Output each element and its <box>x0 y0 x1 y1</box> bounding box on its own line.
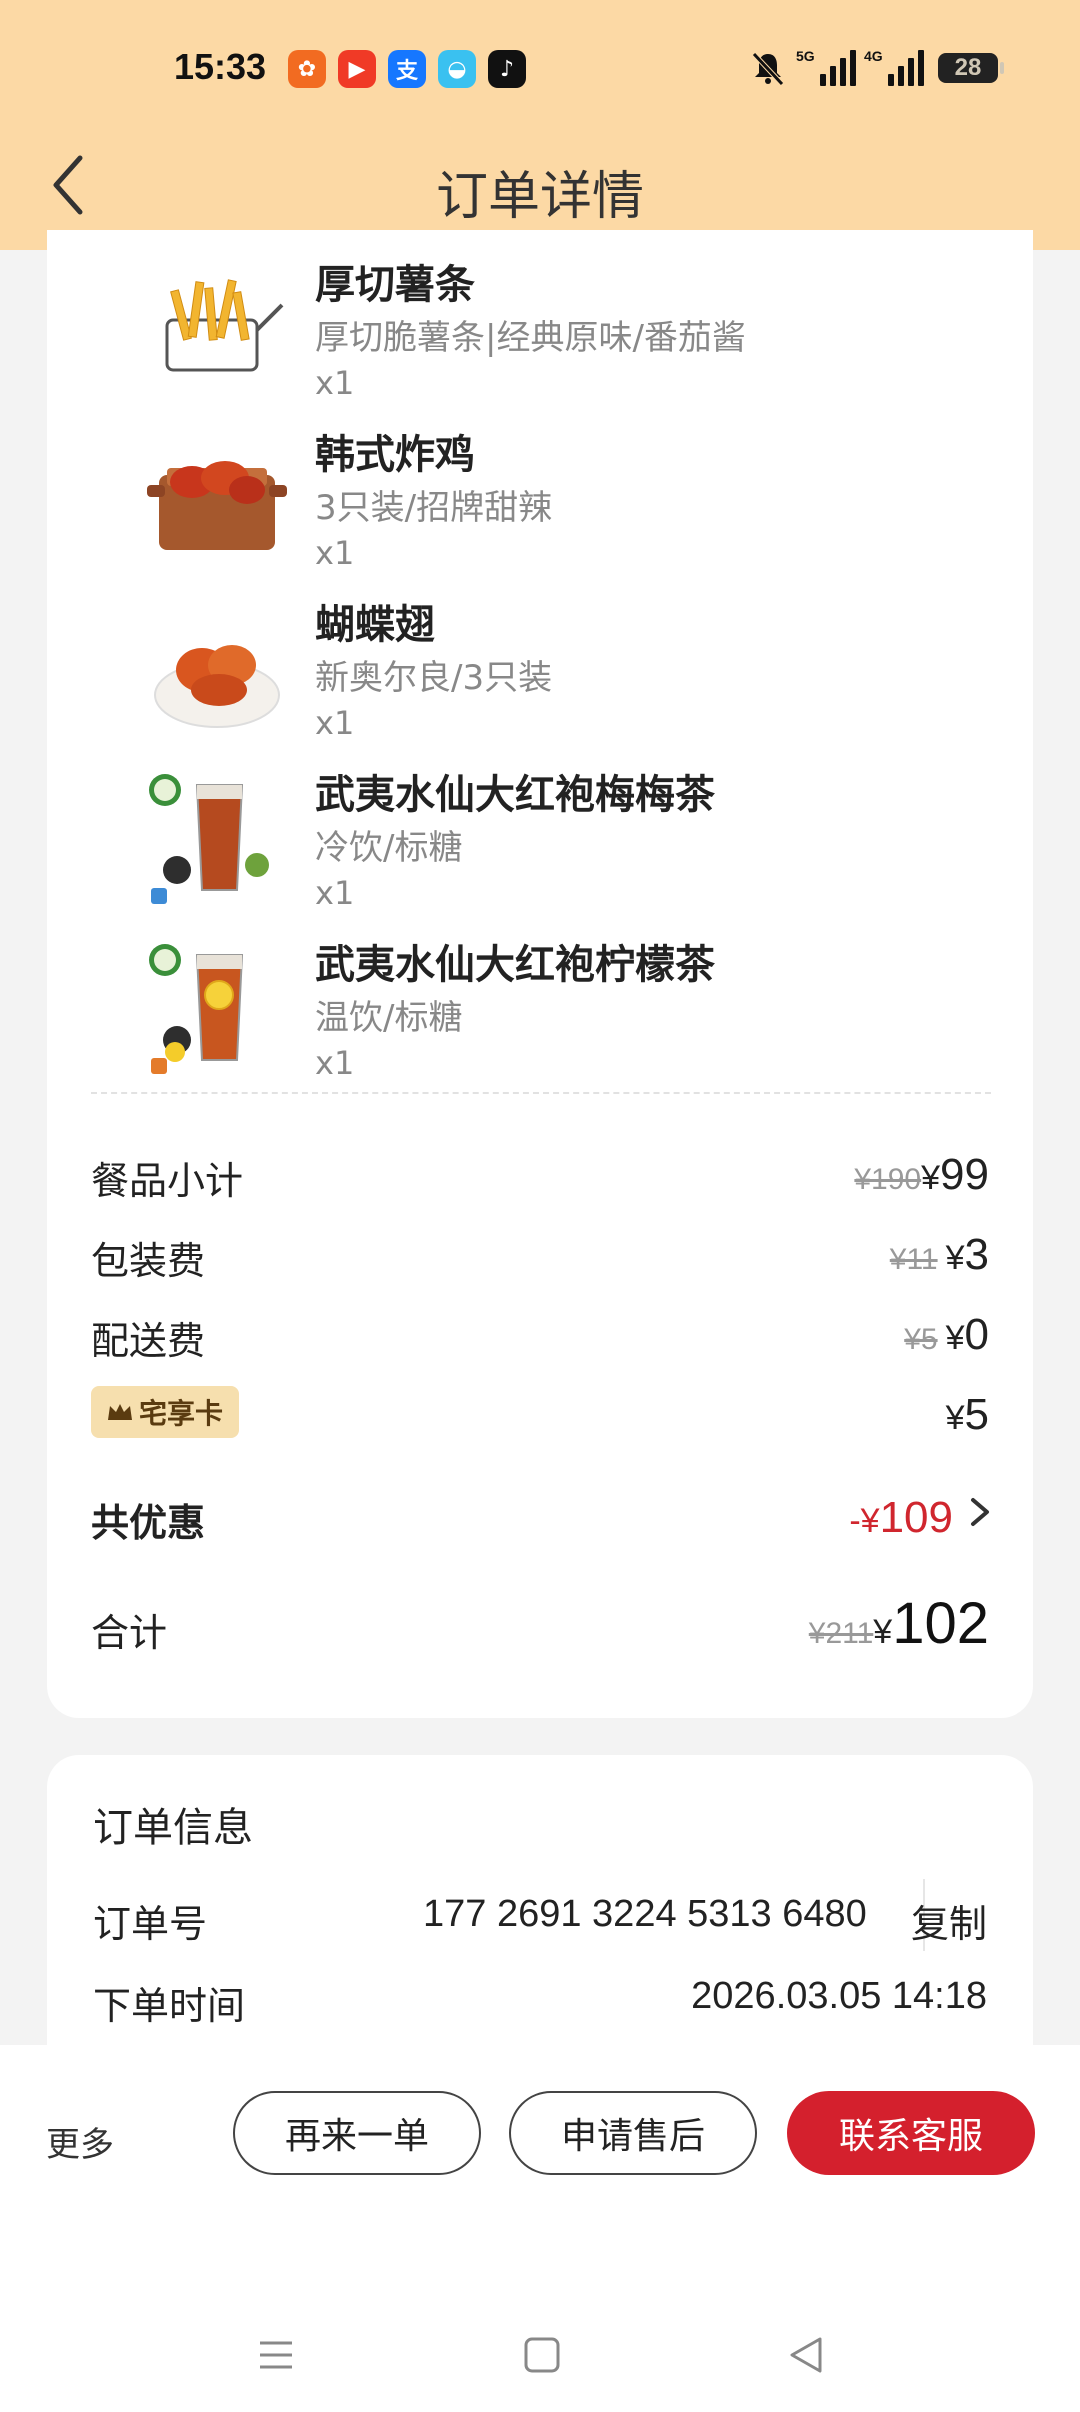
bottom-action-bar: 更多 再来一单 申请售后 联系客服 <box>0 2045 1080 2412</box>
video-icon: ▶ <box>338 50 376 88</box>
reorder-button[interactable]: 再来一单 <box>233 2091 481 2175</box>
crown-icon <box>108 1404 132 1420</box>
tiktok-icon: ♪ <box>488 50 526 88</box>
item-spec: 冷饮/标糖 <box>315 828 463 868</box>
membership-amount: 5 <box>964 1390 989 1439</box>
more-button[interactable]: 更多 <box>46 2117 114 2166</box>
item-spec: 新奥尔良/3只装 <box>315 658 553 698</box>
order-items-card: 厚切薯条 厚切脆薯条|经典原味/番茄酱 x1 韩式炸鸡 3只装/招牌甜辣 x1 … <box>47 230 1033 1718</box>
chicken-wings-image <box>154 645 280 728</box>
battery-icon: 28 <box>938 53 1004 83</box>
currency-symbol: ¥ <box>945 1319 965 1357</box>
signal-4g-icon: 4G <box>864 48 924 86</box>
system-status-icons: 5G 4G 28 <box>748 48 1004 88</box>
item-name: 厚切薯条 <box>315 262 475 308</box>
currency-symbol: ¥ <box>945 1399 965 1437</box>
order-time-label: 下单时间 <box>93 1984 246 2028</box>
membership-card-row: 宅享卡 ¥ 5 <box>91 1386 1033 1450</box>
currency-symbol: ¥ <box>945 1239 965 1277</box>
membership-value: ¥ 5 <box>946 1390 989 1440</box>
chevron-right-icon <box>971 1498 989 1526</box>
list-item[interactable]: 武夷水仙大红袍梅梅茶 冷饮/标糖 x1 <box>47 770 1033 940</box>
after-sale-button[interactable]: 申请售后 <box>509 2091 757 2175</box>
packaging-amount: 3 <box>964 1230 989 1279</box>
fries-image <box>165 279 284 372</box>
item-spec: 厚切脆薯条|经典原味/番茄酱 <box>315 318 746 358</box>
discount-row[interactable]: 共优惠 - ¥ 109 <box>91 1492 1033 1552</box>
subtotal-label: 餐品小计 <box>91 1159 244 1203</box>
item-name: 武夷水仙大红袍梅梅茶 <box>315 772 715 818</box>
item-name: 韩式炸鸡 <box>315 432 475 478</box>
item-spec: 温饮/标糖 <box>315 998 463 1038</box>
membership-label: 宅享卡 <box>139 1397 224 1430</box>
order-info-card: 订单信息 订单号 177 2691 3224 5313 6480 复制 下单时间… <box>47 1755 1033 2055</box>
alipay-icon: 支 <box>388 50 426 88</box>
delivery-amount: 0 <box>964 1310 989 1359</box>
item-qty: x1 <box>315 364 355 402</box>
total-original: ¥211 <box>808 1617 874 1650</box>
subtotal-row: 餐品小计 ¥190 ¥ 99 <box>91 1150 1033 1210</box>
list-item[interactable]: 韩式炸鸡 3只装/招牌甜辣 x1 <box>47 430 1033 600</box>
currency-symbol: ¥ <box>873 1613 893 1651</box>
discount-value: - ¥ 109 <box>849 1492 995 1543</box>
status-time: 15:33 <box>174 46 267 87</box>
bird-app-icon: ◒ <box>438 50 476 88</box>
lemon-tea-image <box>149 944 244 1074</box>
order-time-value: 2026.03.05 14:18 <box>691 1975 987 2017</box>
menu-icon[interactable] <box>256 2335 296 2375</box>
item-spec: 3只装/招牌甜辣 <box>315 488 553 528</box>
list-item[interactable]: 厚切薯条 厚切脆薯条|经典原味/番茄酱 x1 <box>47 260 1033 430</box>
subtotal-amount: 99 <box>940 1150 989 1199</box>
system-nav-bar <box>0 2315 1080 2395</box>
delivery-row: 配送费 ¥5 ¥ 0 <box>91 1310 1033 1370</box>
packaging-value: ¥11 ¥ 3 <box>890 1230 989 1280</box>
top-header: 15:33 ✿ ▶ 支 ◒ ♪ 5G 4G 28 订单详情 <box>0 0 1080 250</box>
page-title: 订单详情 <box>435 167 644 227</box>
list-item[interactable]: 武夷水仙大红袍柠檬茶 温饮/标糖 x1 <box>47 940 1033 1110</box>
discount-amount: 109 <box>879 1493 953 1542</box>
membership-badge: 宅享卡 <box>91 1386 240 1438</box>
mute-bell-icon <box>752 52 784 86</box>
item-qty: x1 <box>315 534 355 572</box>
packaging-label: 包装费 <box>91 1239 206 1283</box>
order-number-label: 订单号 <box>93 1902 208 1946</box>
total-row: 合计 ¥211 ¥ 102 <box>91 1591 1033 1662</box>
plum-tea-image <box>149 774 269 904</box>
list-item[interactable]: 蝴蝶翅 新奥尔良/3只装 x1 <box>47 600 1033 770</box>
item-name: 蝴蝶翅 <box>315 602 435 648</box>
copy-button[interactable]: 复制 <box>911 1893 987 1948</box>
back-triangle-icon[interactable] <box>786 2335 826 2375</box>
total-label: 合计 <box>91 1611 168 1655</box>
signal-5g-icon: 5G <box>796 48 856 86</box>
item-qty: x1 <box>315 874 355 912</box>
packaging-original: ¥11 <box>889 1243 938 1276</box>
delivery-label: 配送费 <box>91 1319 206 1363</box>
packaging-row: 包装费 ¥11 ¥ 3 <box>91 1230 1033 1290</box>
app-icon-orange: ✿ <box>288 50 326 88</box>
subtotal-value: ¥190 ¥ 99 <box>854 1150 989 1200</box>
item-qty: x1 <box>315 1044 355 1082</box>
total-value: ¥211 ¥ 102 <box>809 1590 989 1657</box>
item-qty: x1 <box>315 704 355 742</box>
contact-service-button[interactable]: 联系客服 <box>787 2091 1035 2175</box>
status-app-icons: ✿ ▶ 支 ◒ ♪ <box>288 50 526 88</box>
order-number-value: 177 2691 3224 5313 6480 <box>423 1893 867 1935</box>
fried-chicken-image <box>147 461 287 550</box>
order-info-title: 订单信息 <box>93 1805 253 1851</box>
delivery-original: ¥5 <box>904 1323 938 1356</box>
currency-symbol: ¥ <box>921 1159 941 1197</box>
divider <box>91 1092 991 1094</box>
discount-label: 共优惠 <box>91 1501 206 1545</box>
subtotal-original: ¥190 <box>854 1163 922 1196</box>
discount-prefix: - <box>849 1502 861 1540</box>
item-name: 武夷水仙大红袍柠檬茶 <box>315 942 715 988</box>
delivery-value: ¥5 ¥ 0 <box>904 1310 989 1360</box>
total-amount: 102 <box>892 1591 989 1656</box>
home-icon[interactable] <box>522 2335 562 2375</box>
currency-symbol: ¥ <box>860 1502 880 1540</box>
